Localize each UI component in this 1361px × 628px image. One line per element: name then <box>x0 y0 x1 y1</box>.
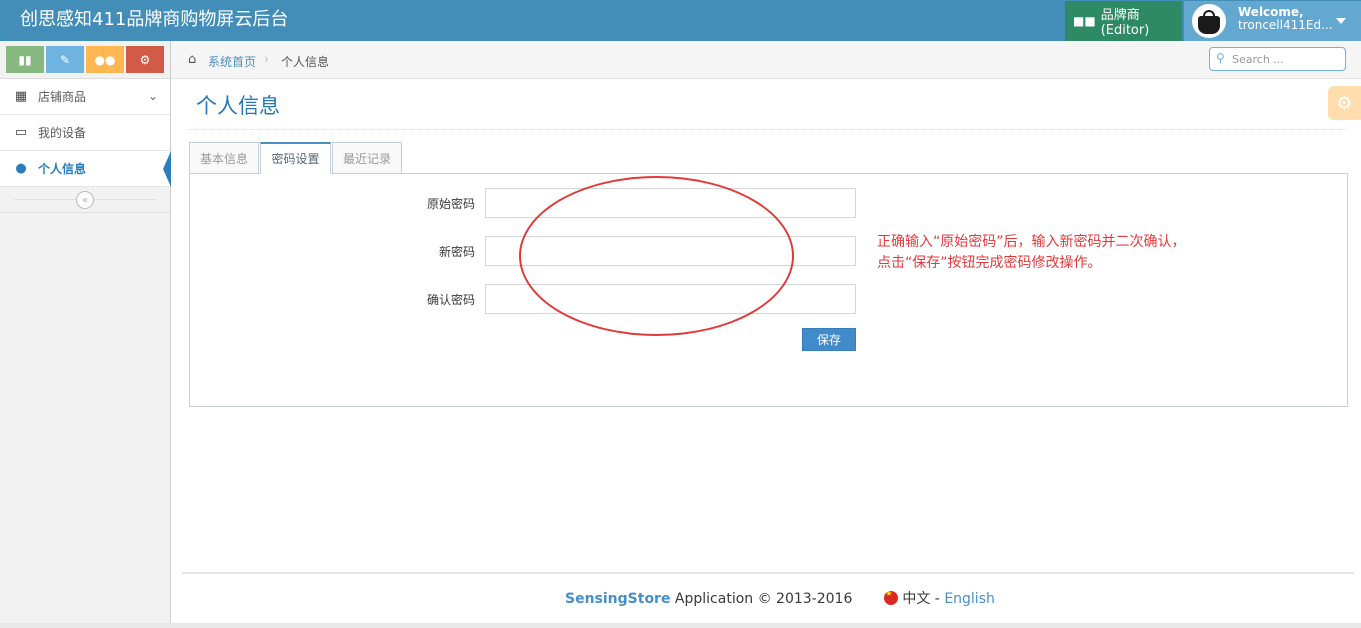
horizontal-scrollbar[interactable] <box>0 623 1361 628</box>
role-label: 品牌商(Editor) <box>1100 8 1150 38</box>
tab-basic-info[interactable]: 基本信息 <box>189 142 259 174</box>
sidebar-shortcuts: ▮▮ ✎ ●● ⚙ <box>0 41 170 79</box>
sidebar: ▮▮ ✎ ●● ⚙ ▦ 店铺商品 ⌄ ▭ 我的设备 ● 个人信息 « <box>0 41 171 628</box>
lang-chinese-link[interactable]: 中文 <box>902 591 930 607</box>
username: troncell411Ed... <box>1238 18 1333 32</box>
group-icon[interactable]: ●● <box>86 46 124 73</box>
annotation-text: 正确输入“原始密码”后，输入新密码并二次确认， 点击“保存”按钮完成密码修改操作… <box>877 232 1237 274</box>
new-password-label: 新密码 <box>438 245 475 259</box>
cogs-icon[interactable]: ⚙ <box>126 46 164 73</box>
lang-separator: - <box>930 591 945 607</box>
sidebar-item-devices[interactable]: ▭ 我的设备 <box>0 115 170 151</box>
top-navbar: 创思感知411品牌商购物屏云后台 ■■ 品牌商(Editor) Welcome,… <box>0 0 1361 41</box>
user-icon: ● <box>15 161 27 176</box>
sidebar-item-label: 个人信息 <box>38 162 87 176</box>
sidebar-item-label: 店铺商品 <box>38 90 87 104</box>
signal-icon[interactable]: ▮▮ <box>6 46 44 73</box>
breadcrumb: ⌂ 系统首页 › 个人信息 ⚲ <box>171 41 1361 79</box>
lang-english-link[interactable]: English <box>944 591 995 607</box>
breadcrumb-separator-icon: › <box>264 52 269 66</box>
breadcrumb-current: 个人信息 <box>281 55 330 69</box>
sidebar-collapse-row: « <box>0 187 170 213</box>
tab-recent-records[interactable]: 最近记录 <box>332 142 402 174</box>
title-divider <box>188 129 1348 130</box>
confirm-password-label: 确认密码 <box>426 293 475 307</box>
breadcrumb-home-link[interactable]: 系统首页 <box>208 53 256 70</box>
laptop-icon: ▭ <box>14 125 28 140</box>
caret-down-icon <box>1336 18 1346 24</box>
cubes-icon: ▦ <box>14 89 28 104</box>
footer-divider <box>182 572 1354 574</box>
footer-copyright: Application © 2013-2016 <box>670 591 853 607</box>
double-angle-left-icon[interactable]: « <box>76 191 94 209</box>
users-icon: ■■ <box>1073 14 1096 28</box>
footer: SensingStore Application © 2013-2016 中文 -… <box>565 588 995 608</box>
chevron-down-icon: ⌄ <box>147 89 158 103</box>
search-icon: ⚲ <box>1216 51 1225 65</box>
old-password-label: 原始密码 <box>426 197 475 211</box>
sidebar-item-profile[interactable]: ● 个人信息 <box>0 151 171 187</box>
app-title[interactable]: 创思感知411品牌商购物屏云后台 <box>20 8 288 32</box>
highlight-ellipse <box>519 176 794 336</box>
tab-password-settings[interactable]: 密码设置 <box>260 142 331 174</box>
sidebar-item-products[interactable]: ▦ 店铺商品 ⌄ <box>0 79 170 115</box>
bag-icon <box>1198 16 1220 34</box>
footer-app-name: SensingStore <box>565 591 671 607</box>
gear-icon[interactable]: ⚙ <box>1328 86 1361 120</box>
sidebar-item-label: 我的设备 <box>38 126 87 140</box>
annotation-line-1: 正确输入“原始密码”后，输入新密码并二次确认， <box>877 234 1186 250</box>
search-box: ⚲ <box>1209 47 1346 71</box>
china-flag-icon <box>884 589 899 605</box>
role-menu-button[interactable]: ■■ 品牌商(Editor) <box>1065 1 1182 41</box>
home-icon: ⌂ <box>188 52 197 67</box>
user-menu[interactable]: Welcome, troncell411Ed... <box>1184 1 1361 41</box>
welcome-text: Welcome, troncell411Ed... <box>1238 6 1333 32</box>
avatar <box>1192 4 1226 38</box>
page-title: 个人信息 <box>196 94 280 118</box>
pencil-icon[interactable]: ✎ <box>46 46 84 73</box>
annotation-line-2: 点击“保存”按钮完成密码修改操作。 <box>877 255 1102 271</box>
save-button[interactable]: 保存 <box>802 328 856 351</box>
search-input[interactable] <box>1232 51 1340 67</box>
